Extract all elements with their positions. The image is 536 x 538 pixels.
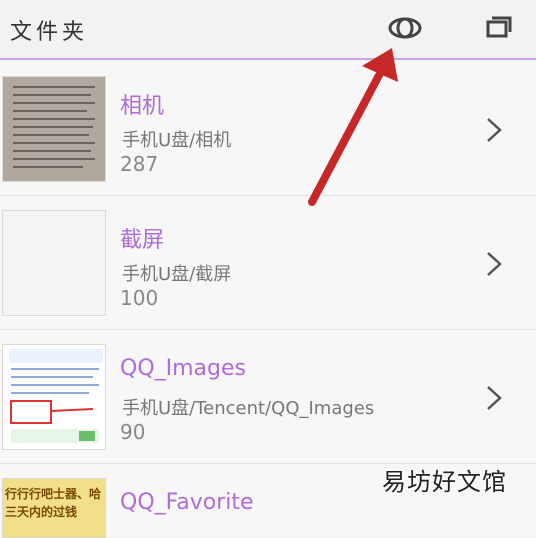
folder-count: 100 — [120, 286, 159, 310]
thumbnail — [2, 344, 106, 450]
thumbnail-image — [3, 77, 105, 181]
folder-row-screenshots[interactable]: 截屏 手机U盘/截屏 100 — [0, 196, 536, 330]
chevron-right-icon — [487, 252, 502, 276]
folder-name: 截屏 — [120, 228, 165, 253]
folder-name: QQ_Images — [120, 356, 246, 381]
window-icon — [486, 16, 512, 38]
folder-name: QQ_Favorite — [120, 490, 254, 515]
windows-button[interactable] — [484, 14, 514, 42]
folder-path: 手机U盘/截屏 — [122, 264, 232, 285]
watermark: 易坊好文馆 — [382, 468, 507, 496]
folder-row-qq-images[interactable]: QQ_Images 手机U盘/Tencent/QQ_Images 90 — [0, 330, 536, 464]
chevron-right-icon — [487, 386, 502, 410]
folder-count: 90 — [120, 420, 146, 444]
thumbnail-text: 行行行吧士器、哈三天内的过钱 — [5, 487, 102, 519]
folder-row-camera[interactable]: 相机 手机U盘/相机 287 — [0, 62, 536, 196]
page-title: 文件夹 — [10, 20, 89, 45]
thumbnail: 行行行吧士器、哈三天内的过钱 — [2, 478, 106, 538]
view-toggle-button[interactable] — [386, 14, 424, 42]
thumbnail-image — [3, 345, 105, 449]
folder-count: 287 — [120, 152, 159, 176]
folder-path: 手机U盘/Tencent/QQ_Images — [122, 398, 375, 419]
eye-icon — [388, 17, 422, 39]
chevron-right-icon — [487, 118, 502, 142]
top-bar: 文件夹 — [0, 0, 536, 60]
thumbnail — [2, 210, 106, 316]
folder-path: 手机U盘/相机 — [122, 130, 232, 151]
folder-name: 相机 — [120, 94, 165, 119]
thumbnail — [2, 76, 106, 182]
